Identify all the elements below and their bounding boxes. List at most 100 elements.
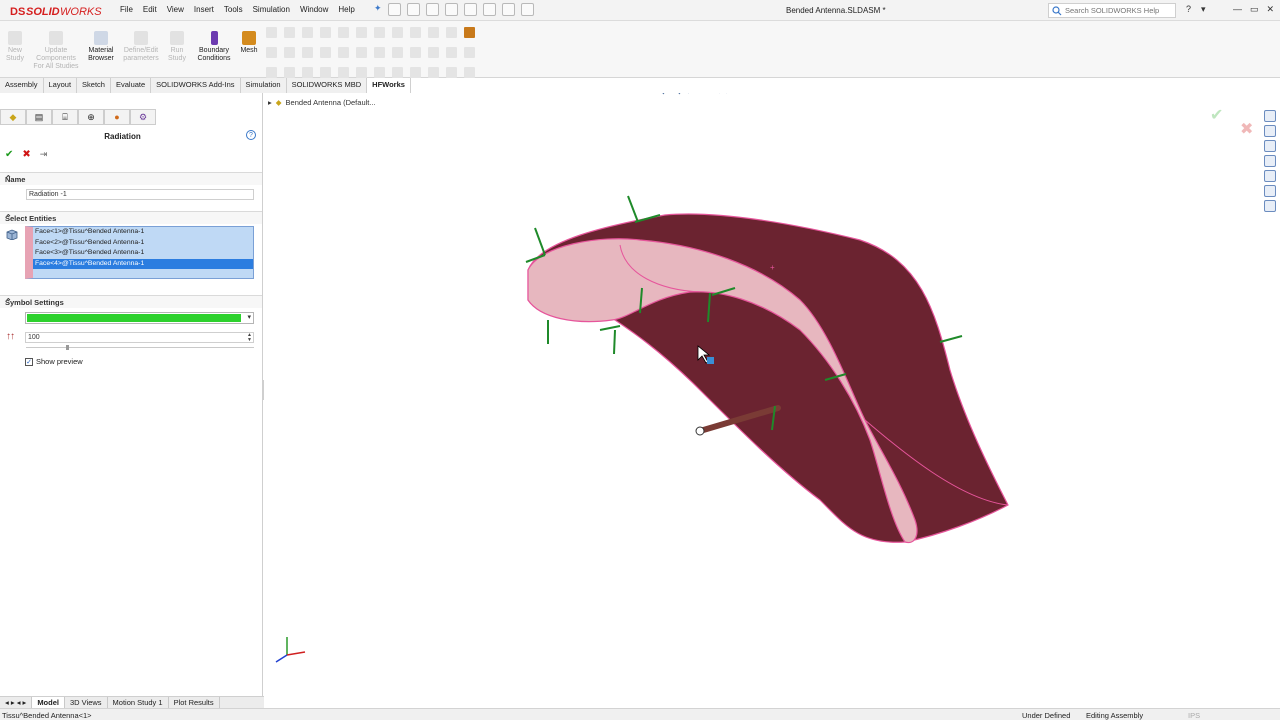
select-section-header[interactable]: Select Entities ⌃ [0,211,262,224]
antenna-model[interactable]: + [264,93,1280,696]
menu-help[interactable]: Help [338,5,354,14]
open-document-icon[interactable] [406,3,420,16]
tool-icon[interactable] [284,67,295,78]
tool-icon[interactable] [446,27,457,38]
tool-icon[interactable] [302,67,313,78]
solidworks-logo[interactable]: DS SOLID WORKS [8,2,104,19]
tool-icon[interactable] [356,67,367,78]
tool-icon[interactable] [374,67,385,78]
tool-icon[interactable] [410,47,421,58]
list-item[interactable]: Face<3>@Tissu^Bended Antenna-1 [33,248,253,259]
close-icon[interactable]: ✖ [22,149,30,160]
list-item[interactable]: Face<1>@Tissu^Bended Antenna-1 [33,227,253,238]
mesh-button[interactable]: Mesh [238,31,260,55]
tool-icon[interactable] [320,27,331,38]
pin-menu-icon[interactable]: ✦ [374,3,382,16]
menu-simulation[interactable]: Simulation [253,5,290,14]
tool-icon[interactable] [320,47,331,58]
menu-insert[interactable]: Insert [194,5,214,14]
search-input[interactable] [1065,4,1165,17]
tool-icon[interactable] [464,27,475,38]
collapse-icon[interactable]: ⌃ [5,174,256,183]
tab-plot-results[interactable]: Plot Results [169,697,220,708]
check-icon[interactable]: ✔ [5,149,13,160]
menu-tools[interactable]: Tools [224,5,243,14]
tool-icon[interactable] [392,67,403,78]
show-preview-checkbox[interactable]: ✓ Show preview [25,357,83,366]
tool-icon[interactable] [266,27,277,38]
hfworks-icon[interactable]: ⚙ [130,109,156,125]
symbol-section-header[interactable]: Symbol Settings ⌃ [0,295,262,308]
restore-icon[interactable]: ▭ [1250,4,1259,15]
tool-icon[interactable] [356,27,367,38]
property-manager-icon[interactable]: ▤ [26,109,52,125]
tool-icon[interactable] [284,47,295,58]
menu-file[interactable]: File [120,5,133,14]
tool-icon[interactable] [338,27,349,38]
tool-icon[interactable] [410,67,421,78]
tab-sketch[interactable]: Sketch [77,78,111,93]
collapse-icon[interactable]: ⌃ [5,297,256,306]
list-item[interactable]: Face<2>@Tissu^Bended Antenna-1 [33,238,253,249]
run-study-button[interactable]: Run Study [164,31,190,63]
feature-manager-icon[interactable]: ◆ [0,109,26,125]
tool-icon[interactable] [320,67,331,78]
tool-icon[interactable] [428,27,439,38]
tool-icon[interactable] [410,27,421,38]
tab-layout[interactable]: Layout [43,78,78,93]
update-components-button[interactable]: Update Components For All Studies [30,31,82,71]
menu-view[interactable]: View [167,5,184,14]
menu-window[interactable]: Window [300,5,328,14]
tool-icon[interactable] [266,67,277,78]
tool-icon[interactable] [464,47,475,58]
print-icon[interactable] [444,3,458,16]
select-icon[interactable] [482,3,496,16]
minimize-icon[interactable]: — [1233,4,1242,15]
graphics-area[interactable]: ▸ ◆ Bended Antenna (Default... ▭ ▭ — ▭ ✕… [264,93,1280,696]
tab-mbd[interactable]: SOLIDWORKS MBD [286,78,368,93]
name-field[interactable]: Radiation -1 [26,189,254,200]
status-units[interactable]: IPS [1188,711,1200,720]
define-parameters-button[interactable]: Define/Edit parameters [120,31,162,63]
tool-icon[interactable] [392,47,403,58]
collapse-icon[interactable]: ⌃ [5,213,256,222]
tool-icon[interactable] [302,47,313,58]
tool-icon[interactable] [266,47,277,58]
name-section-header[interactable]: Name ⌃ [0,172,262,185]
list-item[interactable]: Face<4>@Tissu^Bended Antenna-1 [33,258,253,269]
scroll-arrows-icon[interactable]: ◂ ▸ ◂ ▸ [0,697,33,708]
help-menu-icon[interactable]: ? [1186,4,1191,15]
tool-icon[interactable] [284,27,295,38]
tool-icon[interactable] [428,67,439,78]
symbol-size-field[interactable]: 100 ▲ ▼ [25,332,254,343]
display-manager-icon[interactable]: ● [104,109,130,125]
tool-icon[interactable] [302,27,313,38]
checkbox-icon[interactable]: ✓ [25,357,33,366]
tool-icon[interactable] [428,47,439,58]
symbol-size-slider[interactable] [26,345,254,350]
options-gear-icon[interactable] [520,3,534,16]
tool-icon[interactable] [356,47,367,58]
slider-thumb[interactable] [66,345,69,350]
tool-icon[interactable] [374,47,385,58]
tab-model[interactable]: Model [32,697,65,708]
new-document-icon[interactable] [387,3,401,16]
new-study-button[interactable]: New Study [4,31,26,63]
tab-evaluate[interactable]: Evaluate [110,78,152,93]
tab-simulation[interactable]: Simulation [240,78,287,93]
tool-icon[interactable] [374,27,385,38]
config-manager-icon[interactable]: ⌸ [52,109,78,125]
selected-faces-list[interactable]: Face<1>@Tissu^Bended Antenna-1 Face<2>@T… [25,226,254,279]
spinner-icon[interactable]: ▲ ▼ [247,333,252,343]
close-window-icon[interactable]: ✕ [1266,4,1274,15]
tab-3d-views[interactable]: 3D Views [65,697,108,708]
tab-hfworks[interactable]: HFWorks [367,78,411,93]
tool-icon[interactable] [464,67,475,78]
dimxpert-icon[interactable]: ⊕ [78,109,104,125]
tool-icon[interactable] [446,67,457,78]
tool-icon[interactable] [338,67,349,78]
tab-motion-study[interactable]: Motion Study 1 [108,697,169,708]
tab-addins[interactable]: SOLIDWORKS Add-Ins [151,78,241,93]
tab-assembly[interactable]: Assembly [0,78,44,93]
save-icon[interactable] [425,3,439,16]
